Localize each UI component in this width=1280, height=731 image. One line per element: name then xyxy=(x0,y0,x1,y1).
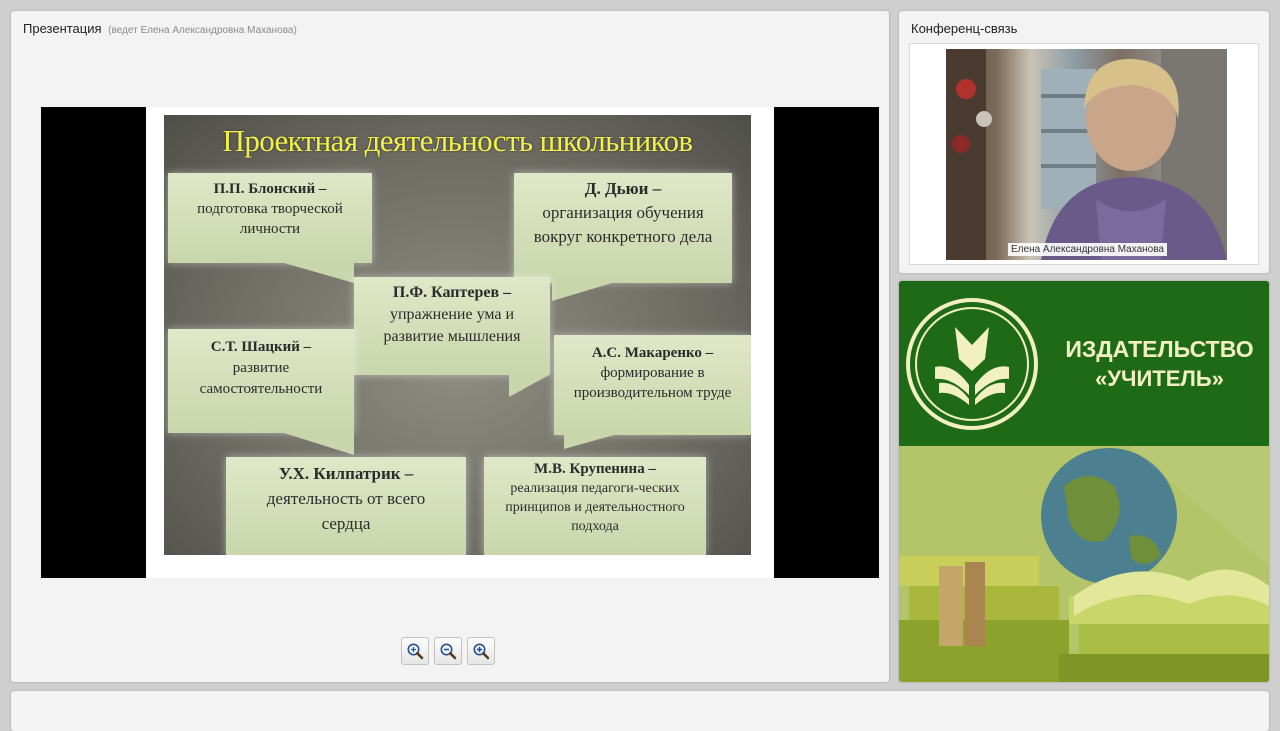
participant-video-frame xyxy=(946,49,1227,260)
slide-block-makarenko: А.С. Макаренко – формирование в производ… xyxy=(554,335,751,435)
slide-block-text: упражнение ума и развитие мышления xyxy=(383,306,521,345)
slide-block-tail xyxy=(552,283,612,301)
publisher-photo xyxy=(899,446,1269,682)
books-and-globe-image xyxy=(899,446,1269,682)
slide-stage: Проектная деятельность школьников П.П. Б… xyxy=(41,107,879,578)
participant-name-label: Елена Александровна Маханова xyxy=(1008,243,1167,256)
slide-block-text: организация обучения вокруг конкретного … xyxy=(533,203,713,246)
publisher-ad[interactable]: ИЗДАТЕЛЬСТВО «УЧИТЕЛЬ» xyxy=(899,281,1269,682)
zoom-toolbar xyxy=(401,637,501,669)
slide-block-name: Д. Дьюи – xyxy=(584,179,662,198)
zoom-out-icon xyxy=(440,643,457,660)
conference-panel: Конференц-связь Елена Александровна Маха… xyxy=(899,11,1269,273)
publisher-banner: ИЗДАТЕЛЬСТВО «УЧИТЕЛЬ» xyxy=(899,281,1269,446)
slide-block-kapterev: П.Ф. Каптерев – упражнение ума и развити… xyxy=(354,277,550,375)
zoom-in-button[interactable] xyxy=(467,637,495,665)
publisher-name-line1: ИЗДАТЕЛЬСТВО xyxy=(1065,336,1254,362)
zoom-reset-button[interactable] xyxy=(401,637,429,665)
slide-block-text: формирование в производительном труде xyxy=(573,365,732,401)
zoom-reset-icon xyxy=(407,643,424,660)
slide-block-name: П.Ф. Каптерев – xyxy=(392,284,512,301)
slide-title: Проектная деятельность школьников xyxy=(222,123,694,158)
slide-block-name: П.П. Блонский – xyxy=(213,181,327,197)
slide-block-name: У.Х. Килпатрик – xyxy=(278,464,414,483)
slide-block-tail xyxy=(509,375,549,397)
presenter-note: (ведет Елена Александровна Маханова) xyxy=(108,25,297,36)
bottom-panel xyxy=(11,691,1269,731)
slide-block-tail xyxy=(284,263,354,283)
slide-block-dewey: Д. Дьюи – организация обучения вокруг ко… xyxy=(514,173,732,283)
slide-block-text: развитие самостоятельности xyxy=(199,360,323,397)
slide-block-shatsky: С.Т. Шацкий – развитие самостоятельности xyxy=(168,329,354,433)
slide-block-name: А.С. Макаренко – xyxy=(591,345,714,361)
slide-block-tail xyxy=(564,435,614,449)
slide-block-text: реализация педагоги-ческих принципов и д… xyxy=(505,481,685,534)
zoom-out-button[interactable] xyxy=(434,637,462,665)
publisher-name-line2: «УЧИТЕЛЬ» xyxy=(1095,366,1224,391)
presentation-title: Презентация xyxy=(23,21,102,36)
slide-block-name: С.Т. Шацкий – xyxy=(210,339,312,355)
slide-block-krupenina: М.В. Крупенина – реализация педагоги-чес… xyxy=(484,457,706,555)
video-container: Елена Александровна Маханова xyxy=(909,43,1259,265)
slide-block-tail xyxy=(284,433,354,455)
slide: Проектная деятельность школьников П.П. Б… xyxy=(164,115,751,555)
presentation-header: Презентация (ведет Елена Александровна М… xyxy=(23,21,297,36)
zoom-in-icon xyxy=(473,643,490,660)
participant-video[interactable]: Елена Александровна Маханова xyxy=(946,49,1227,260)
slide-block-kilpatrick: У.Х. Килпатрик – деятельность от всего с… xyxy=(226,457,466,555)
slide-block-text: деятельность от всего сердца xyxy=(266,489,426,533)
slide-block-name: М.В. Крупенина – xyxy=(534,461,656,477)
slide-block-text: подготовка творческой личности xyxy=(197,201,343,237)
conference-title: Конференц-связь xyxy=(911,21,1018,36)
presentation-panel: Презентация (ведет Елена Александровна М… xyxy=(11,11,889,682)
publisher-logo-icon xyxy=(906,298,1038,430)
slide-frame: Проектная деятельность школьников П.П. Б… xyxy=(146,107,774,578)
slide-block-blonsky: П.П. Блонский – подготовка творческой ли… xyxy=(168,173,372,263)
